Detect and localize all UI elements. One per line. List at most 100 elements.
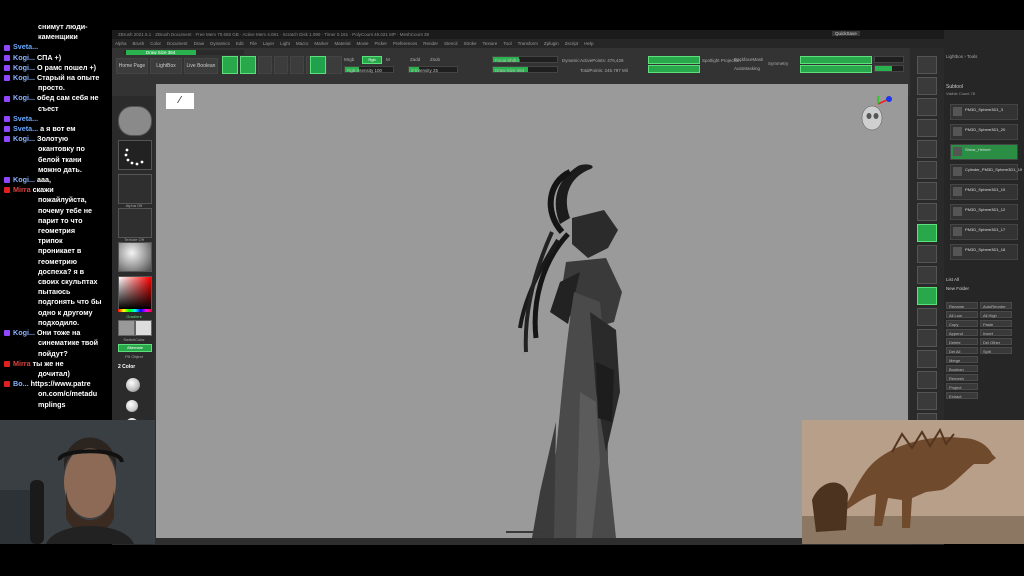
persp-slider[interactable]: [874, 56, 904, 63]
secondary-color-swatch[interactable]: [135, 320, 152, 336]
menu-item[interactable]: Layer: [263, 41, 274, 46]
menu-item[interactable]: Transform: [518, 41, 538, 46]
symmetry-label[interactable]: Symmetry: [768, 61, 788, 66]
subtool-action-button[interactable]: Append: [946, 329, 978, 336]
menu-item[interactable]: Zscript: [565, 41, 579, 46]
menu-item[interactable]: Texture: [483, 41, 498, 46]
color-picker[interactable]: [118, 276, 152, 310]
sym-toggle-a[interactable]: [800, 56, 872, 64]
subtool-item[interactable]: PM3D_Sphere3D1_12: [950, 204, 1018, 220]
menu-item[interactable]: Help: [584, 41, 593, 46]
subtool-action-button[interactable]: Delete: [946, 338, 978, 345]
backface-mask-label[interactable]: BackfaceMask: [734, 57, 763, 62]
shelf-icon[interactable]: [917, 98, 937, 116]
shelf-icon[interactable]: [917, 371, 937, 389]
chat-username[interactable]: Kogi...: [13, 175, 35, 184]
edit-mode-button[interactable]: [222, 56, 238, 74]
menu-item[interactable]: Edit: [236, 41, 244, 46]
shelf-icon[interactable]: [917, 119, 937, 137]
alternate-button[interactable]: Alternate: [118, 344, 152, 352]
subtool-item[interactable]: Shear_Helmet: [950, 144, 1018, 160]
lightbox-button[interactable]: LightBox: [150, 58, 182, 74]
menu-item[interactable]: Material: [334, 41, 350, 46]
navigation-gizmo-icon[interactable]: [858, 94, 898, 136]
home-page-button[interactable]: Home Page: [116, 58, 148, 74]
menu-item[interactable]: Movie: [356, 41, 368, 46]
auto-masking-label[interactable]: AutoMasking: [734, 66, 760, 71]
menu-item[interactable]: Light: [280, 41, 290, 46]
subtool-action-button[interactable]: AutoReorder: [980, 302, 1012, 309]
shelf-icon[interactable]: [917, 392, 937, 410]
subtool-item[interactable]: PM3D_Sphere3D1_18: [950, 244, 1018, 260]
chat-username[interactable]: Mirra: [13, 185, 31, 194]
menu-item[interactable]: Zplugin: [544, 41, 559, 46]
live-boolean-button[interactable]: Live Boolean: [184, 58, 218, 74]
m-label[interactable]: M: [386, 57, 390, 62]
sym-button-2[interactable]: [648, 65, 700, 73]
menu-item[interactable]: Stroke: [464, 41, 477, 46]
menu-item[interactable]: Marker: [314, 41, 328, 46]
menu-item[interactable]: Alpha: [115, 41, 127, 46]
menu-item[interactable]: Preferences: [393, 41, 417, 46]
subtool-item[interactable]: PM3D_Sphere3D1_3: [950, 104, 1018, 120]
subtool-action-button[interactable]: Boolean: [946, 365, 978, 372]
subtool-action-button[interactable]: Split: [980, 347, 1012, 354]
shelf-icon[interactable]: [917, 56, 937, 74]
z-intensity-slider[interactable]: Z Intensity 25: [408, 66, 458, 73]
menu-item[interactable]: Stencil: [444, 41, 458, 46]
material-tile[interactable]: [118, 242, 152, 272]
new-folder-button[interactable]: New Folder: [946, 286, 969, 291]
chat-username[interactable]: Mirra: [13, 359, 31, 368]
rgb-toggle[interactable]: Rgb: [362, 56, 382, 64]
subtool-action-button[interactable]: All High: [980, 311, 1012, 318]
shelf-icon[interactable]: [917, 350, 937, 368]
subtool-action-button[interactable]: Extract: [946, 392, 978, 399]
subtool-action-button[interactable]: Del All: [946, 347, 978, 354]
chat-username[interactable]: Kogi...: [13, 53, 35, 62]
brush-tile[interactable]: [118, 106, 152, 136]
menu-item[interactable]: Render: [423, 41, 438, 46]
draw-size-slider[interactable]: Draw Size 364: [492, 66, 558, 73]
color-count-label[interactable]: 2 Color: [118, 364, 135, 370]
subtool-item[interactable]: Cylinder_PM3D_Sphere3D1_19: [950, 164, 1022, 180]
main-color-swatch[interactable]: [118, 320, 135, 336]
fill-object-label[interactable]: Fill Object: [116, 354, 152, 359]
mrgb-label[interactable]: Mrgb: [344, 57, 354, 62]
dynamic-label[interactable]: Dynamic: [562, 58, 580, 63]
quicksave-button[interactable]: QuickSave: [832, 31, 860, 36]
viewport-canvas[interactable]: ⁄: [156, 84, 908, 538]
subtool-action-button[interactable]: Project: [946, 383, 978, 390]
menu-item[interactable]: Document: [167, 41, 188, 46]
subtool-action-button[interactable]: Paste: [980, 320, 1012, 327]
shelf-icon[interactable]: [917, 245, 937, 263]
shelf-icon[interactable]: [917, 140, 937, 158]
subtool-action-button[interactable]: Copy: [946, 320, 978, 327]
alpha-tile[interactable]: [118, 174, 152, 204]
shelf-icon[interactable]: [917, 161, 937, 179]
list-all-button[interactable]: List All: [946, 277, 959, 282]
chat-username[interactable]: Kogi...: [13, 328, 35, 337]
menu-item[interactable]: Picker: [374, 41, 387, 46]
shelf-icon[interactable]: [917, 77, 937, 95]
rotate-button[interactable]: [290, 56, 304, 74]
rgb-intensity-slider[interactable]: Rgb Intensity 100: [344, 66, 394, 73]
mat-ball-1[interactable]: [126, 378, 140, 392]
move-button[interactable]: [258, 56, 272, 74]
chat-username[interactable]: Kogi...: [13, 73, 35, 82]
subtool-action-button[interactable]: Remesh: [946, 374, 978, 381]
sym-button-1[interactable]: [648, 56, 700, 64]
chat-username[interactable]: Sveta...: [13, 42, 38, 51]
menu-item[interactable]: Dynamics: [210, 41, 230, 46]
menu-item[interactable]: File: [250, 41, 257, 46]
subtool-item[interactable]: PM3D_Sphere3D1_19: [950, 184, 1018, 200]
chat-username[interactable]: Kogi...: [13, 63, 35, 72]
zsub-label[interactable]: Zsub: [430, 57, 440, 62]
lightbox-tools-header[interactable]: Lightbox › Tools: [946, 54, 977, 59]
shelf-icon[interactable]: [917, 203, 937, 221]
shelf-icon[interactable]: [917, 182, 937, 200]
shelf-icon[interactable]: [917, 308, 937, 326]
focal-shift-slider[interactable]: Focal Shift 0: [492, 56, 558, 63]
chat-username[interactable]: Kogi...: [13, 93, 35, 102]
zadd-label[interactable]: Zadd: [410, 57, 420, 62]
subtool-action-button[interactable]: Del Other: [980, 338, 1012, 345]
